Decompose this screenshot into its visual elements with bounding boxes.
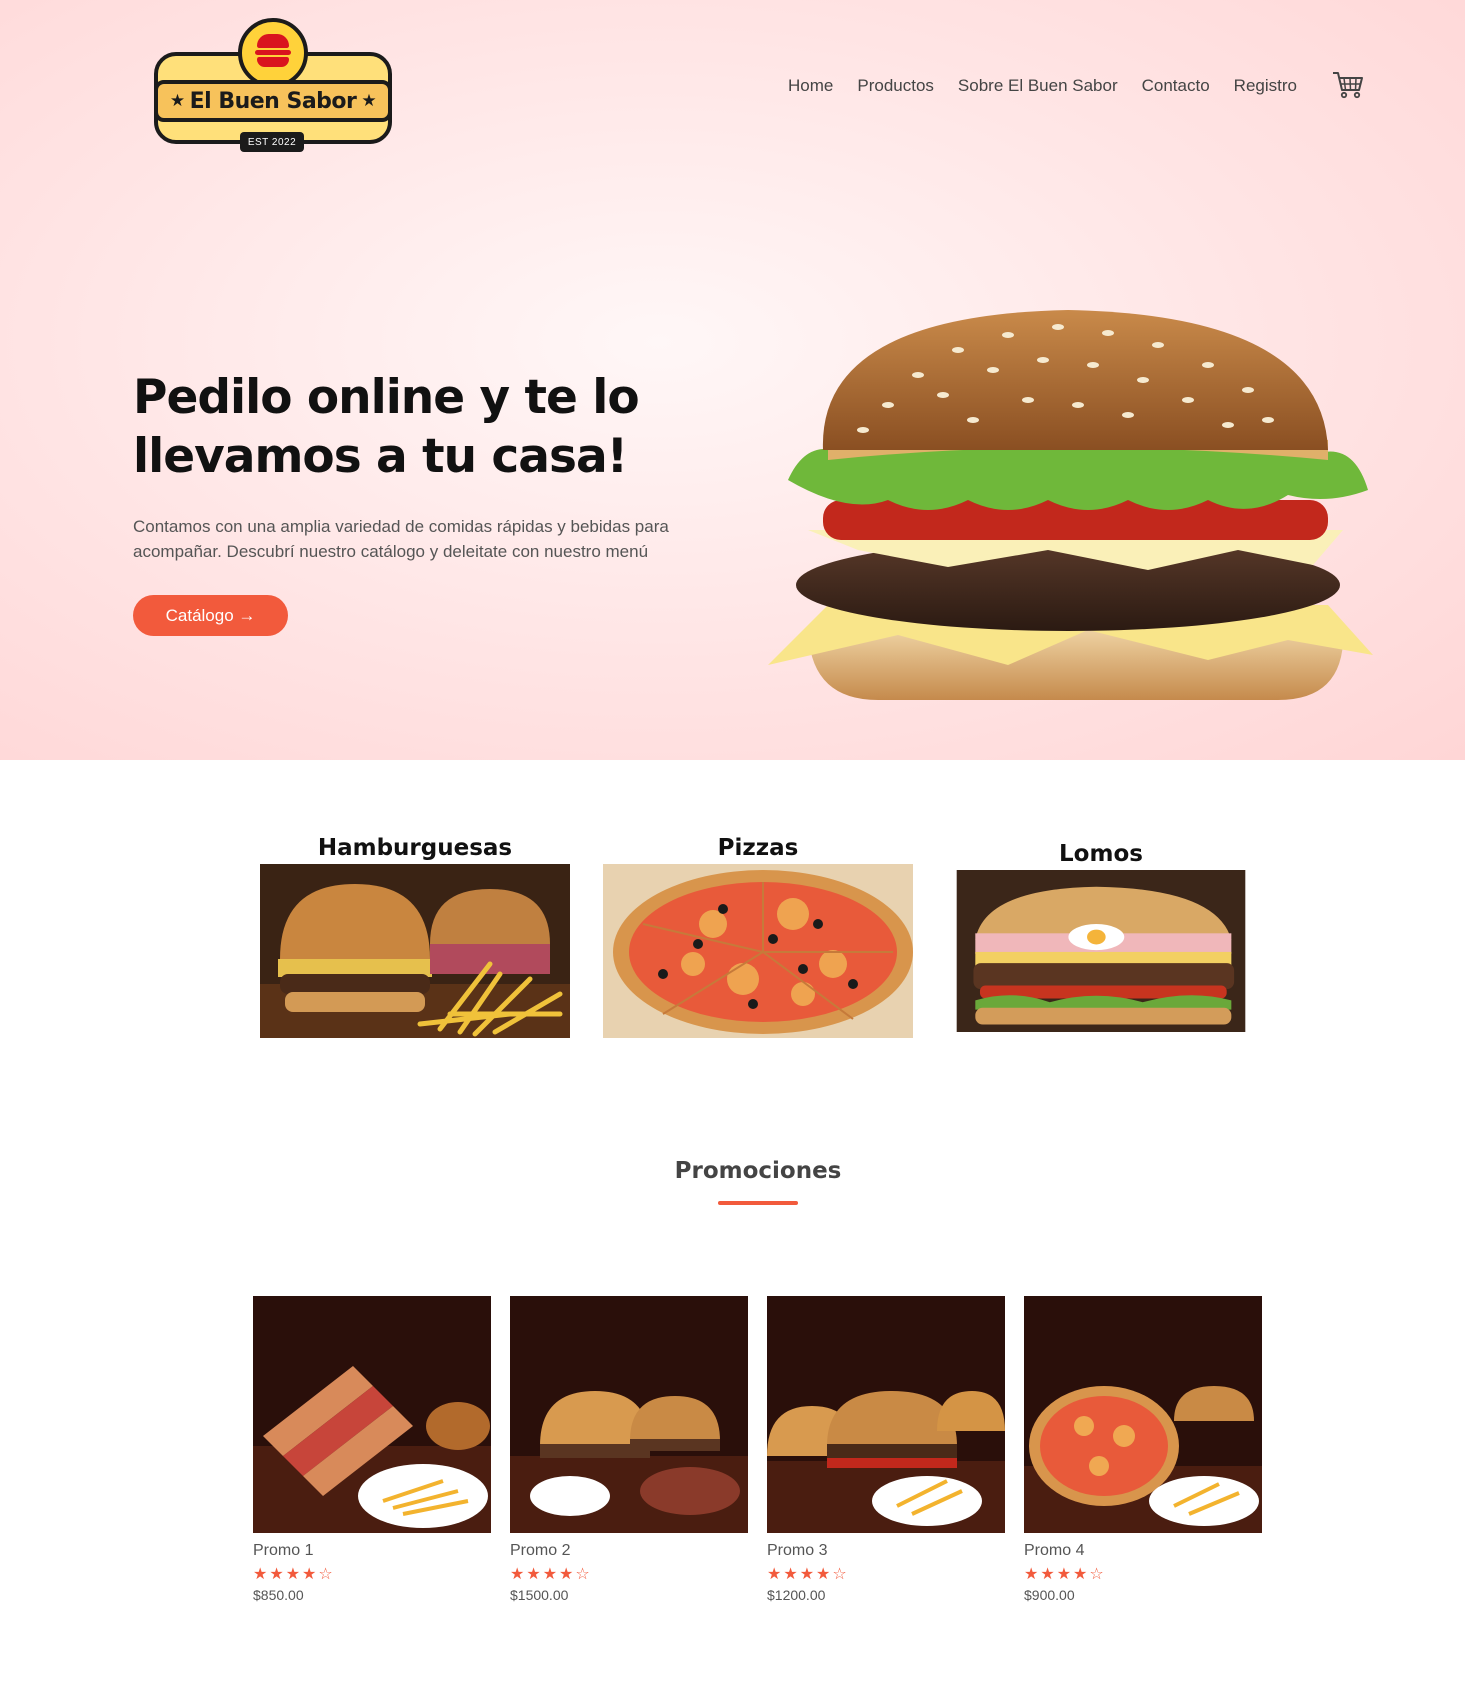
nav-item-contacto[interactable]: Contacto — [1142, 76, 1210, 96]
promo-rating: ★ ★ ★ ★ ☆ — [767, 1564, 1005, 1584]
promo-name[interactable]: Promo 1 — [253, 1542, 491, 1560]
brand-logo[interactable]: ★ El Buen Sabor ★ EST 2022 — [154, 18, 392, 152]
promo-price: $850.00 — [253, 1587, 304, 1603]
promo-price: $1500.00 — [510, 1587, 569, 1603]
promo-card[interactable]: Promo 4 ★ ★ ★ ★ ☆ $900.00 — [1024, 1296, 1262, 1603]
nav-item-registro[interactable]: Registro — [1234, 76, 1297, 96]
star-filled-icon: ★ — [1073, 1564, 1088, 1583]
category-title: Hamburguesas — [317, 835, 513, 861]
category-title: Pizzas — [717, 835, 799, 861]
star-filled-icon: ★ — [816, 1564, 831, 1583]
star-filled-icon: ★ — [526, 1564, 541, 1583]
promo-rating: ★ ★ ★ ★ ☆ — [253, 1564, 491, 1584]
category-image[interactable] — [946, 870, 1256, 1032]
star-filled-icon: ★ — [510, 1564, 525, 1583]
nav-item-sobre[interactable]: Sobre El Buen Sabor — [958, 76, 1118, 96]
promo-card[interactable]: Promo 1 ★ ★ ★ ★ ☆ $850.00 — [253, 1296, 491, 1603]
star-filled-icon: ★ — [783, 1564, 798, 1583]
promo-price: $900.00 — [1024, 1587, 1075, 1603]
category-hamburguesas[interactable]: Hamburguesas — [260, 832, 570, 1038]
star-empty-icon: ☆ — [575, 1564, 590, 1583]
promo-image[interactable] — [253, 1296, 491, 1533]
category-pizzas[interactable]: Pizzas — [603, 832, 913, 1038]
star-filled-icon: ★ — [302, 1564, 317, 1583]
star-filled-icon: ★ — [559, 1564, 574, 1583]
star-icon: ★ — [361, 91, 377, 111]
brand-est: EST 2022 — [240, 132, 304, 152]
logo-band: ★ El Buen Sabor ★ — [154, 80, 392, 122]
promo-rating: ★ ★ ★ ★ ☆ — [1024, 1564, 1262, 1584]
promotions-underline — [718, 1201, 798, 1205]
star-filled-icon: ★ — [1024, 1564, 1039, 1583]
brand-name: El Buen Sabor — [189, 88, 357, 114]
category-image[interactable] — [603, 864, 913, 1038]
promo-rating: ★ ★ ★ ★ ☆ — [510, 1564, 748, 1584]
star-filled-icon: ★ — [542, 1564, 558, 1583]
star-filled-icon: ★ — [799, 1564, 815, 1583]
promotions-heading: Promociones — [674, 1158, 842, 1184]
promo-image[interactable] — [1024, 1296, 1262, 1533]
star-filled-icon: ★ — [285, 1564, 301, 1583]
star-filled-icon: ★ — [253, 1564, 268, 1583]
hero-burger-image — [768, 310, 1373, 700]
promo-name[interactable]: Promo 2 — [510, 1542, 748, 1560]
burger-logo-icon — [238, 18, 308, 88]
hero-description: Contamos con una amplia variedad de comi… — [133, 517, 669, 561]
promo-name[interactable]: Promo 3 — [767, 1542, 1005, 1560]
category-image[interactable] — [260, 864, 570, 1038]
star-empty-icon: ☆ — [318, 1564, 333, 1583]
hero-title: Pedilo online y te lo llevamos a tu casa… — [133, 370, 640, 484]
catalog-button[interactable]: Catálogo → — [133, 595, 288, 636]
promo-card[interactable]: Promo 2 ★ ★ ★ ★ ☆ $1500.00 — [510, 1296, 748, 1603]
main-nav: Home Productos Sobre El Buen Sabor Conta… — [788, 76, 1321, 96]
nav-item-productos[interactable]: Productos — [857, 76, 934, 96]
star-icon: ★ — [169, 91, 185, 111]
star-filled-icon: ★ — [1056, 1564, 1072, 1583]
category-lomos[interactable]: Lomos — [946, 838, 1256, 1032]
hero-section: ★ El Buen Sabor ★ EST 2022 Home Producto… — [0, 0, 1465, 760]
star-filled-icon: ★ — [269, 1564, 284, 1583]
nav-item-home[interactable]: Home — [788, 76, 833, 96]
star-filled-icon: ★ — [1040, 1564, 1055, 1583]
star-empty-icon: ☆ — [1089, 1564, 1104, 1583]
star-empty-icon: ☆ — [832, 1564, 847, 1583]
promo-price: $1200.00 — [767, 1587, 826, 1603]
star-filled-icon: ★ — [767, 1564, 782, 1583]
cart-icon[interactable] — [1332, 70, 1364, 100]
promo-image[interactable] — [767, 1296, 1005, 1533]
promo-image[interactable] — [510, 1296, 748, 1533]
promo-card[interactable]: Promo 3 ★ ★ ★ ★ ☆ $1200.00 — [767, 1296, 1005, 1603]
promo-name[interactable]: Promo 4 — [1024, 1542, 1262, 1560]
category-title: Lomos — [1059, 841, 1143, 867]
